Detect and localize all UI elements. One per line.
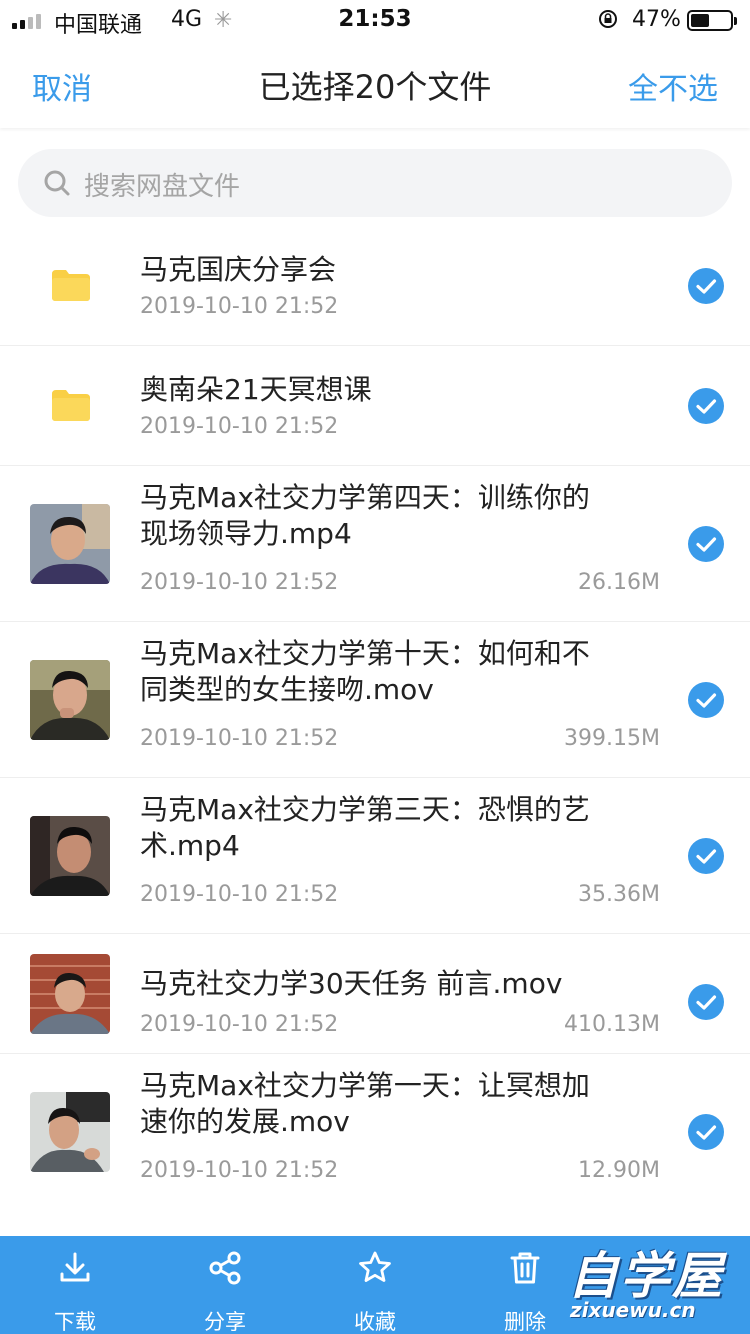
watermark-url: zixuewu.cn (570, 1298, 696, 1322)
deselect-all-button[interactable]: 全不选 (628, 64, 718, 108)
checked-checkbox-icon[interactable] (688, 526, 724, 562)
file-date: 2019-10-10 21:52 (140, 1158, 339, 1183)
list-item[interactable]: 马克Max社交力学第十天：如何和不同类型的女生接吻.mov 2019-10-10… (0, 622, 750, 778)
watermark-logo: 自学屋 zixuewu.cn (560, 1236, 750, 1334)
checked-checkbox-icon[interactable] (688, 984, 724, 1020)
share-icon (209, 1251, 241, 1285)
checked-checkbox-icon[interactable] (688, 682, 724, 718)
file-name: 马克Max社交力学第一天：让冥想加速你的发展.mov (140, 1069, 590, 1138)
video-thumbnail (30, 1092, 110, 1172)
battery-icon (687, 10, 737, 31)
file-size: 12.90M (578, 1158, 660, 1183)
list-item[interactable]: 马克Max社交力学第三天：恐惧的艺术.mp4 2019-10-10 21:52 … (0, 778, 750, 934)
battery-percent: 47% (632, 7, 681, 32)
search-icon (44, 170, 70, 196)
file-size: 26.16M (578, 570, 660, 595)
video-thumbnail (30, 660, 110, 740)
file-date: 2019-10-10 21:52 (140, 1012, 339, 1037)
file-name: 马克社交力学30天任务 前言.mov (140, 967, 563, 1000)
nav-bar: 取消 已选择20个文件 全不选 (0, 40, 750, 128)
file-date: 2019-10-10 21:52 (140, 414, 339, 439)
folder-icon (52, 390, 90, 421)
file-size: 410.13M (564, 1012, 660, 1037)
video-thumbnail (30, 504, 110, 584)
file-date: 2019-10-10 21:52 (140, 570, 339, 595)
search-placeholder: 搜索网盘文件 (84, 172, 241, 202)
search-input[interactable]: 搜索网盘文件 (18, 149, 732, 217)
checked-checkbox-icon[interactable] (688, 388, 724, 424)
file-date: 2019-10-10 21:52 (140, 726, 339, 751)
video-thumbnail (30, 954, 110, 1034)
list-item[interactable]: 马克Max社交力学第一天：让冥想加速你的发展.mov 2019-10-10 21… (0, 1054, 750, 1210)
list-item[interactable]: 马克社交力学30天任务 前言.mov 2019-10-10 21:52 410.… (0, 934, 750, 1054)
download-icon (60, 1252, 90, 1282)
rotation-lock-icon (599, 10, 617, 28)
file-date: 2019-10-10 21:52 (140, 294, 339, 319)
file-name: 奥南朵21天冥想课 (140, 373, 372, 406)
file-size: 399.15M (564, 726, 660, 751)
file-name: 马克国庆分享会 (140, 253, 337, 286)
file-date: 2019-10-10 21:52 (140, 882, 339, 907)
file-name: 马克Max社交力学第四天：训练你的现场领导力.mp4 (140, 481, 590, 550)
favorite-button[interactable]: 收藏 (300, 1236, 450, 1334)
checked-checkbox-icon[interactable] (688, 1114, 724, 1150)
star-icon (359, 1251, 391, 1282)
video-thumbnail (30, 816, 110, 896)
download-label: 下载 (54, 1310, 96, 1334)
file-name: 马克Max社交力学第十天：如何和不同类型的女生接吻.mov (140, 637, 590, 706)
share-button[interactable]: 分享 (150, 1236, 300, 1334)
trash-icon (510, 1252, 540, 1284)
file-list: 马克国庆分享会 2019-10-10 21:52 奥南朵21天冥想课 2019-… (0, 226, 750, 1210)
list-item[interactable]: 马克Max社交力学第四天：训练你的现场领导力.mp4 2019-10-10 21… (0, 466, 750, 622)
file-name: 马克Max社交力学第三天：恐惧的艺术.mp4 (140, 793, 590, 862)
folder-icon (52, 270, 90, 301)
share-label: 分享 (204, 1310, 246, 1334)
download-button[interactable]: 下载 (0, 1236, 150, 1334)
favorite-label: 收藏 (354, 1310, 396, 1334)
status-bar: 中国联通 4G ✳ 21:53 47% (0, 0, 750, 40)
checked-checkbox-icon[interactable] (688, 838, 724, 874)
list-item[interactable]: 奥南朵21天冥想课 2019-10-10 21:52 (0, 346, 750, 466)
list-item[interactable]: 马克国庆分享会 2019-10-10 21:52 (0, 226, 750, 346)
file-size: 35.36M (578, 882, 660, 907)
checked-checkbox-icon[interactable] (688, 268, 724, 304)
